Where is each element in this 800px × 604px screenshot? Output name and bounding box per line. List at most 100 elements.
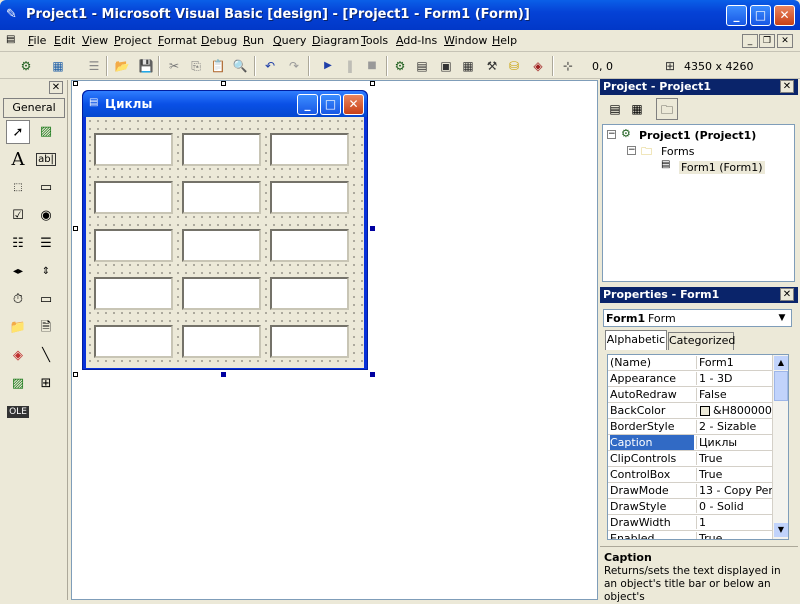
menu-window[interactable]: Window — [444, 34, 487, 47]
menu-view[interactable]: View — [82, 34, 108, 47]
prop-row-selected[interactable]: Caption Циклы — [608, 435, 774, 451]
prop-value[interactable]: False — [696, 388, 774, 401]
prop-value[interactable]: 1 - 3D — [696, 372, 774, 385]
view-object-icon[interactable]: ▦ — [626, 98, 648, 120]
visual-component-manager-icon[interactable]: ◈ — [528, 56, 548, 76]
tab-categorized[interactable]: Categorized — [668, 332, 735, 350]
prop-value[interactable]: True — [696, 532, 774, 539]
save-project-icon[interactable]: 💾 — [136, 56, 156, 76]
combobox-tool-icon[interactable]: ☷ — [6, 232, 30, 256]
paste-icon[interactable]: 📋 — [208, 56, 228, 76]
prop-row[interactable]: (Name) Form1 — [608, 355, 774, 371]
end-icon[interactable]: ■ — [362, 56, 382, 76]
scroll-down-icon[interactable]: ▼ — [774, 523, 788, 537]
dirlistbox-tool-icon[interactable]: 📁 — [6, 316, 30, 340]
prop-row[interactable]: ClipControls True — [608, 451, 774, 467]
tree-forms-folder[interactable]: Forms — [661, 145, 694, 158]
undo-icon[interactable]: ↶ — [260, 56, 280, 76]
vscrollbar-tool-icon[interactable]: ⇕ — [34, 260, 58, 284]
add-project-icon[interactable]: ⚙ — [16, 56, 36, 76]
toolbox-tab-general[interactable]: General — [3, 98, 65, 118]
tab-alphabetic[interactable]: Alphabetic — [605, 330, 667, 350]
break-icon[interactable]: ‖ — [340, 56, 360, 76]
hscrollbar-tool-icon[interactable]: ◂▸ — [6, 260, 30, 284]
close-button[interactable]: ✕ — [774, 5, 795, 26]
project-explorer-icon[interactable]: ⚙ — [390, 56, 410, 76]
commandbutton-tool-icon[interactable]: ▭ — [34, 176, 58, 200]
prop-row[interactable]: DrawMode 13 - Copy Pen — [608, 483, 774, 499]
toolbox-close-button[interactable]: ✕ — [49, 81, 63, 94]
shape-tool-icon[interactable]: ◈ — [6, 344, 30, 368]
toolbox-icon[interactable]: ⚒ — [482, 56, 502, 76]
textbox-r3c2[interactable] — [182, 229, 261, 262]
mdi-restore-button[interactable]: ❐ — [759, 34, 775, 48]
chevron-down-icon[interactable]: ▼ — [774, 311, 790, 325]
textbox-r2c1[interactable] — [94, 181, 173, 214]
textbox-r5c1[interactable] — [94, 325, 173, 358]
prop-value[interactable]: True — [696, 468, 774, 481]
menu-diagram[interactable]: Diagram — [312, 34, 359, 47]
prop-value[interactable]: 2 - Sizable — [696, 420, 774, 433]
menu-editor-icon[interactable]: ☰ — [84, 56, 104, 76]
toggle-folders-icon[interactable]: 🗀 — [656, 98, 678, 120]
pointer-tool-icon[interactable]: ➚ — [6, 120, 30, 144]
textbox-r1c3[interactable] — [270, 133, 349, 166]
menu-edit[interactable]: Edit — [54, 34, 75, 47]
resize-handle-br[interactable] — [370, 372, 375, 377]
textbox-r4c3[interactable] — [270, 277, 349, 310]
properties-scrollbar[interactable]: ▲ ▼ — [772, 355, 788, 539]
copy-icon[interactable]: ⎘ — [186, 56, 206, 76]
find-icon[interactable]: 🔍 — [230, 56, 250, 76]
resize-handle-ml[interactable] — [73, 226, 78, 231]
add-form-icon[interactable]: ▦ — [48, 56, 68, 76]
checkbox-tool-icon[interactable]: ☑ — [6, 204, 30, 228]
label-tool-icon[interactable]: A — [6, 148, 30, 172]
menu-file[interactable]: File — [28, 34, 46, 47]
optionbutton-tool-icon[interactable]: ◉ — [34, 204, 58, 228]
form1-window[interactable]: ▤ Циклы _ □ ✕ — [82, 90, 368, 370]
cut-icon[interactable]: ✂ — [164, 56, 184, 76]
textbox-r3c3[interactable] — [270, 229, 349, 262]
project-panel-close-button[interactable]: ✕ — [780, 80, 794, 93]
textbox-r1c1[interactable] — [94, 133, 173, 166]
minimize-button[interactable]: _ — [726, 5, 747, 26]
textbox-r2c3[interactable] — [270, 181, 349, 214]
form-titlebar[interactable]: ▤ Циклы _ □ ✕ — [83, 91, 367, 117]
prop-row[interactable]: AutoRedraw False — [608, 387, 774, 403]
textbox-r5c2[interactable] — [182, 325, 261, 358]
form-layout-icon[interactable]: ▣ — [436, 56, 456, 76]
properties-window-icon[interactable]: ▤ — [412, 56, 432, 76]
start-icon[interactable]: ▶ — [318, 56, 338, 76]
resize-handle-tl[interactable] — [73, 81, 78, 86]
data-view-icon[interactable]: ⛁ — [504, 56, 524, 76]
textbox-tool-icon[interactable]: ab| — [34, 148, 58, 172]
picturebox-tool-icon[interactable]: ▨ — [34, 120, 58, 144]
scroll-thumb[interactable] — [774, 371, 788, 401]
collapse-root-icon[interactable]: − — [607, 130, 616, 139]
filelistbox-tool-icon[interactable]: 🗎 — [34, 316, 58, 340]
prop-row[interactable]: BorderStyle 2 - Sizable — [608, 419, 774, 435]
collapse-forms-icon[interactable]: − — [627, 146, 636, 155]
scroll-up-icon[interactable]: ▲ — [774, 356, 788, 370]
maximize-button[interactable]: □ — [750, 5, 771, 26]
form-close-button[interactable]: ✕ — [343, 94, 364, 115]
textbox-r3c1[interactable] — [94, 229, 173, 262]
prop-value-color[interactable]: &H8000000F — [696, 404, 774, 417]
prop-value-edit[interactable]: Циклы — [696, 436, 774, 449]
textbox-r4c2[interactable] — [182, 277, 261, 310]
prop-row[interactable]: ControlBox True — [608, 467, 774, 483]
tree-form1-item[interactable]: Form1 (Form1) — [679, 161, 765, 174]
menu-run[interactable]: Run — [243, 34, 264, 47]
object-browser-icon[interactable]: ▦ — [458, 56, 478, 76]
open-project-icon[interactable]: 📂 — [112, 56, 132, 76]
resize-handle-tr[interactable] — [370, 81, 375, 86]
prop-row[interactable]: BackColor&H8000000F — [608, 403, 774, 419]
menu-help[interactable]: Help — [492, 34, 517, 47]
timer-tool-icon[interactable]: ⏱ — [6, 288, 30, 312]
menu-tools[interactable]: Tools — [361, 34, 388, 47]
menu-project[interactable]: Project — [114, 34, 152, 47]
resize-handle-tm[interactable] — [221, 81, 226, 86]
image-tool-icon[interactable]: ▨ — [6, 372, 30, 396]
prop-value[interactable]: True — [696, 452, 774, 465]
mdi-close-button[interactable]: ✕ — [777, 34, 793, 48]
